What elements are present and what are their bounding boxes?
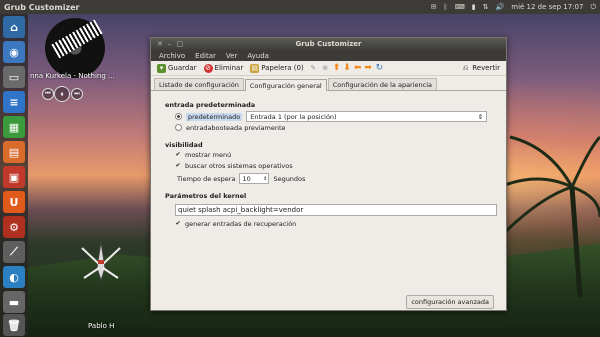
- default-entry-select[interactable]: Entrada 1 (por la posición) ⇕: [246, 111, 488, 122]
- launcher-writer-icon[interactable]: ≡: [3, 91, 25, 113]
- window-titlebar[interactable]: ✕ – □ Grub Customizer: [151, 38, 506, 50]
- menubar: Archivo Editar Ver Ayuda: [151, 50, 506, 61]
- window-title: Grub Customizer: [295, 40, 362, 48]
- previous-track-icon[interactable]: ⏮: [42, 88, 54, 100]
- menu-ver[interactable]: Ver: [226, 52, 237, 60]
- add-entry-icon[interactable]: ⊕: [321, 64, 330, 73]
- visibility-heading: visibilidad: [165, 141, 203, 149]
- revert-label: Revertir: [472, 64, 500, 72]
- trash-label: Papelera (0): [261, 64, 304, 72]
- move-left-icon[interactable]: ⬅: [354, 63, 362, 73]
- launcher-chromium-icon[interactable]: ◉: [3, 41, 25, 63]
- tab-listado[interactable]: Listado de configuración: [154, 78, 244, 90]
- no-entry-icon: ⊘: [203, 63, 213, 73]
- panel-clock[interactable]: mié 12 de sep 17:07: [511, 3, 583, 11]
- menu-ayuda[interactable]: Ayuda: [247, 52, 269, 60]
- launcher-terminal-icon[interactable]: ⟋: [3, 241, 25, 263]
- grub-customizer-window: ✕ – □ Grub Customizer Archivo Editar Ver…: [150, 37, 507, 311]
- bluetooth-icon[interactable]: ᛒ: [443, 3, 447, 11]
- panel-app-title: Grub Customizer: [4, 2, 80, 12]
- xwing-desktop-icon[interactable]: [78, 238, 124, 284]
- launcher-impress-icon[interactable]: ▤: [3, 141, 25, 163]
- previously-booted-radio[interactable]: [175, 124, 182, 131]
- kernel-params-value: quiet splash acpi_backlight=vendor: [178, 206, 304, 214]
- save-button[interactable]: ▾ Guardar: [155, 63, 199, 73]
- launcher-software-center-icon[interactable]: ▣: [3, 166, 25, 188]
- move-down-icon[interactable]: ⬇: [343, 63, 351, 73]
- timeout-spinbox[interactable]: 10 ⇕: [239, 173, 270, 184]
- track-title: nna Kurkela - Nothing ...: [30, 72, 115, 80]
- default-entry-heading: entrada predeterminada: [165, 101, 256, 109]
- edit-icon[interactable]: ✎: [309, 64, 318, 73]
- toolbar: ▾ Guardar ⊘ Eliminar ▤ Papelera (0) ✎ ⊕ …: [151, 61, 506, 76]
- save-icon: ▾: [157, 63, 166, 73]
- next-track-icon[interactable]: ⏭: [71, 88, 83, 100]
- launcher: ⌂ ◉ ▭ ≡ ▦ ▤ ▣ U ⚙ ⟋ ◐ ▬ 🗑: [0, 14, 28, 337]
- system-tray: ✉ ᛒ ⌨ ▮ ⇅ 🔊 mié 12 de sep 17:07 ⏻: [431, 0, 596, 14]
- maximize-icon[interactable]: □: [176, 40, 183, 48]
- show-menu-checkbox[interactable]: ✔: [175, 151, 181, 158]
- launcher-files-icon[interactable]: ⌂: [3, 16, 25, 38]
- advanced-settings-button[interactable]: configuración avanzada: [406, 295, 494, 309]
- predefined-radio[interactable]: [175, 113, 182, 120]
- mail-icon[interactable]: ✉: [431, 3, 437, 11]
- keyboard-icon[interactable]: ⌨: [455, 3, 465, 11]
- remove-button[interactable]: ⊘ Eliminar: [202, 63, 246, 73]
- save-label: Guardar: [168, 64, 197, 72]
- search-os-label[interactable]: buscar otros sistemas operativos: [185, 162, 293, 170]
- move-up-icon[interactable]: ⬆: [333, 63, 341, 73]
- refresh-icon[interactable]: ↻: [375, 63, 384, 73]
- predefined-label[interactable]: predeterminado: [186, 112, 243, 121]
- pause-icon[interactable]: ⏸: [54, 86, 70, 102]
- battery-icon[interactable]: ▮: [472, 3, 476, 11]
- recovery-label[interactable]: generar entradas de recuperación: [185, 220, 296, 228]
- tab-bar: Listado de configuración Configuración g…: [151, 78, 506, 91]
- default-entry-value: Entrada 1 (por la posición): [250, 112, 337, 121]
- power-icon[interactable]: ⏻: [590, 3, 596, 12]
- launcher-drive-icon[interactable]: ▬: [3, 291, 25, 313]
- menu-archivo[interactable]: Archivo: [159, 52, 185, 60]
- timeout-unit: Segundos: [273, 174, 306, 183]
- recovery-checkbox[interactable]: ✔: [175, 220, 181, 227]
- revert-icon: ⎌: [462, 63, 469, 72]
- remove-label: Eliminar: [214, 64, 244, 72]
- timeout-value: 10: [242, 174, 251, 183]
- volume-icon[interactable]: 🔊: [496, 3, 505, 11]
- general-settings-panel: entrada predeterminada predeterminado En…: [151, 91, 506, 319]
- revert-button[interactable]: ⎌ Revertir: [459, 64, 502, 73]
- tab-apariencia[interactable]: Configuración de la apariencia: [327, 78, 438, 90]
- launcher-trash-icon[interactable]: 🗑: [3, 314, 25, 336]
- show-menu-label[interactable]: mostrar menú: [185, 151, 231, 159]
- search-os-checkbox[interactable]: ✔: [175, 162, 181, 169]
- spin-arrows-icon[interactable]: ⇕: [263, 176, 268, 182]
- timeout-label: Tiempo de espera: [177, 174, 236, 183]
- launcher-calc-icon[interactable]: ▦: [3, 116, 25, 138]
- kernel-heading: Parámetros del kernel: [165, 192, 247, 200]
- menu-editar[interactable]: Editar: [195, 52, 216, 60]
- dropdown-arrow-icon: ⇕: [477, 112, 484, 121]
- kernel-params-input[interactable]: quiet splash acpi_backlight=vendor: [175, 204, 497, 216]
- trash-icon: ▤: [250, 63, 260, 73]
- move-right-icon[interactable]: ➡: [364, 63, 372, 73]
- launcher-settings-icon[interactable]: ⚙: [3, 216, 25, 238]
- top-panel: Grub Customizer ✉ ᛒ ⌨ ▮ ⇅ 🔊 mié 12 de se…: [0, 0, 600, 14]
- tab-configuracion-general[interactable]: Configuración general: [244, 79, 327, 91]
- previously-booted-label[interactable]: entradabooteada previamente: [186, 124, 286, 132]
- launcher-grub-icon[interactable]: ◐: [3, 266, 25, 288]
- close-icon[interactable]: ✕: [157, 40, 163, 48]
- launcher-ubuntu-one-icon[interactable]: U: [3, 191, 25, 213]
- minimize-icon[interactable]: –: [168, 40, 172, 48]
- desktop-icon-label[interactable]: Pablo H: [88, 322, 114, 330]
- network-icon[interactable]: ⇅: [483, 3, 489, 11]
- trash-button[interactable]: ▤ Papelera (0): [248, 63, 306, 73]
- launcher-folder-icon[interactable]: ▭: [3, 66, 25, 88]
